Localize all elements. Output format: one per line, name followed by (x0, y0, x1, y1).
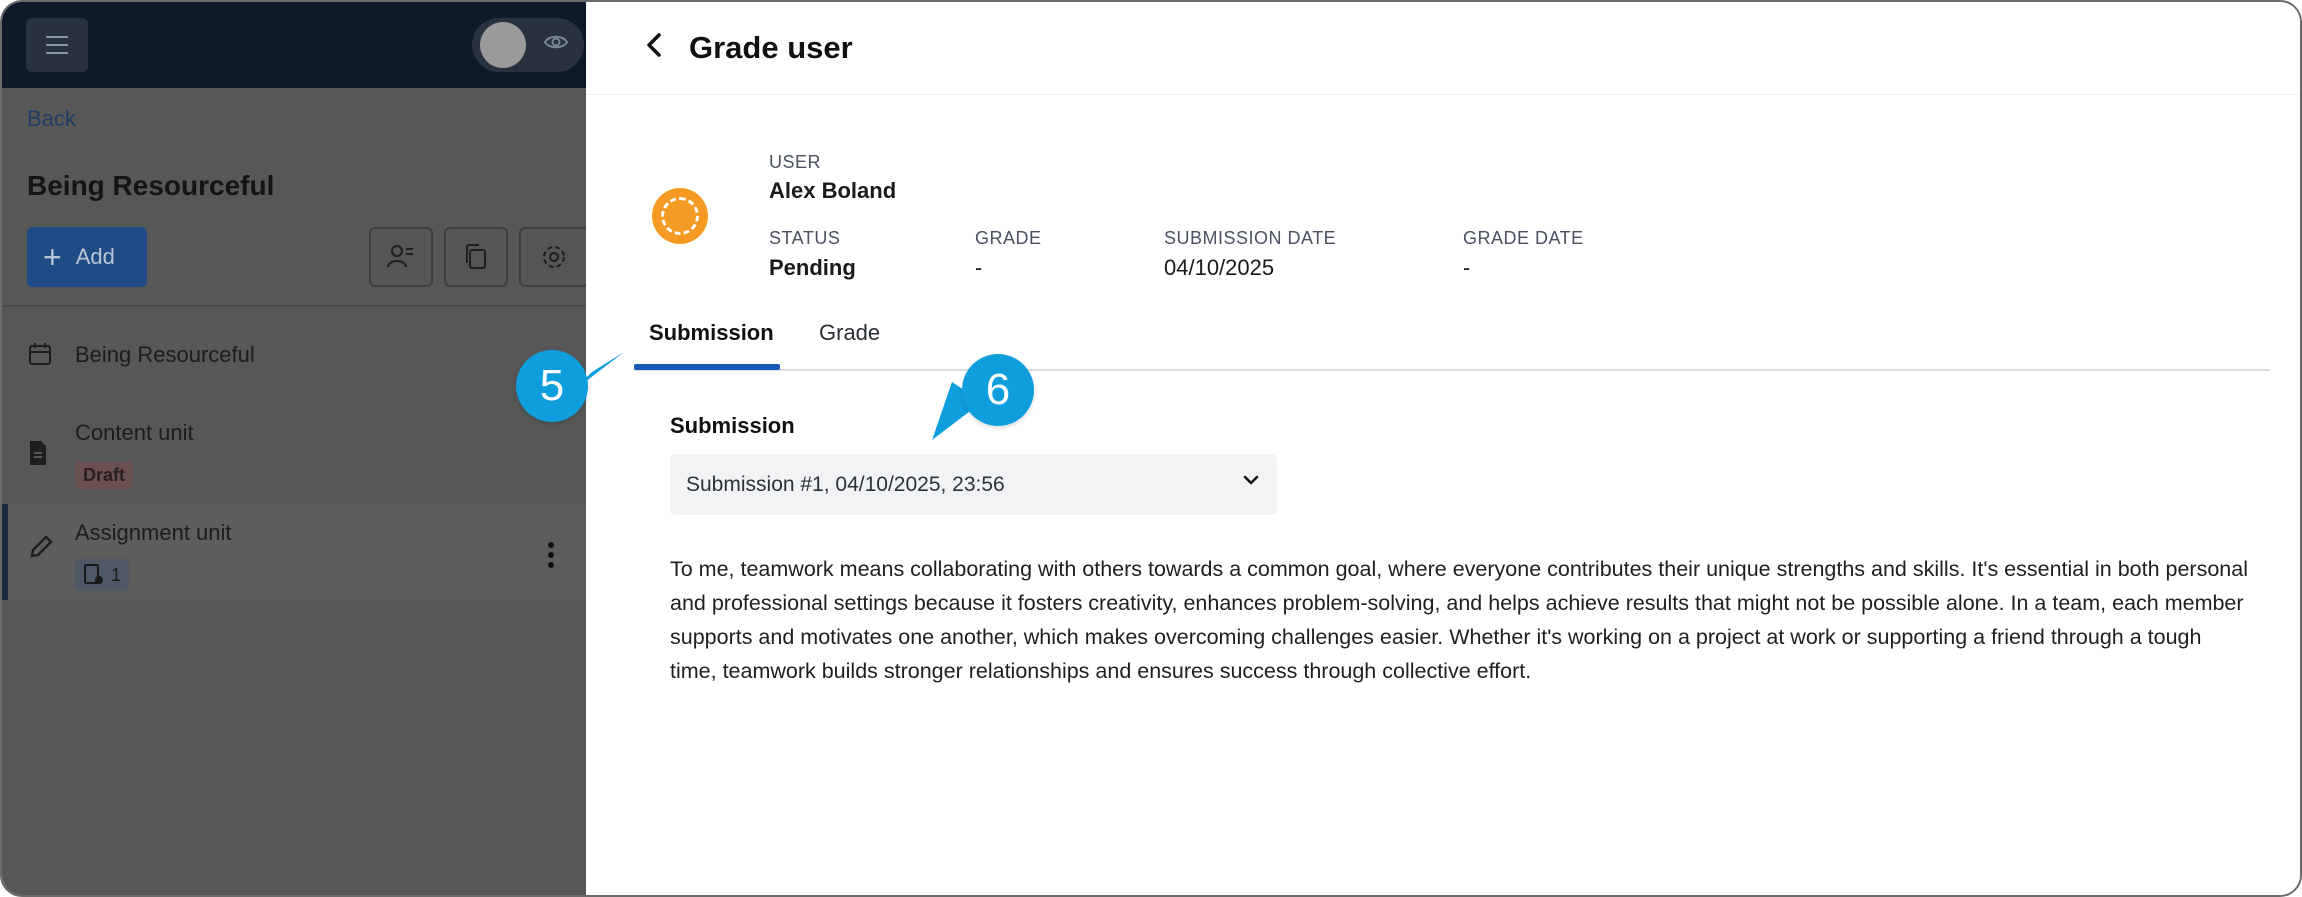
app-window: Back Being Resourceful + Add Being Resou… (0, 0, 2302, 897)
more-options-icon[interactable] (548, 542, 556, 572)
back-arrow-icon[interactable] (644, 30, 664, 67)
grade-value: - (975, 255, 983, 280)
grade-date-label: GRADE DATE (1463, 228, 1584, 248)
grade-user-panel: Grade user USER Alex Boland STATUS Pendi… (586, 2, 2300, 895)
user-name: Alex Boland (769, 178, 897, 203)
preview-toggle[interactable] (472, 18, 584, 72)
eye-icon (543, 33, 569, 57)
top-bar (2, 2, 586, 88)
tree-item-label: Assignment unit (75, 520, 232, 545)
back-link[interactable]: Back (27, 106, 76, 132)
status-value: Pending (769, 255, 856, 280)
sidebar-overlay: Back Being Resourceful + Add Being Resou… (2, 2, 589, 895)
submission-select-value: Submission #1, 04/10/2025, 23:56 (686, 472, 1005, 496)
submissions-icon (84, 564, 103, 584)
pencil-icon (28, 534, 54, 567)
draft-badge: Draft (75, 462, 134, 489)
left-divider (2, 305, 586, 307)
copy-icon (466, 244, 486, 269)
submission-date-label: SUBMISSION DATE (1164, 228, 1337, 248)
course-title: Being Resourceful (27, 170, 275, 201)
active-tab-indicator (634, 364, 780, 370)
callout-6: 6 (962, 354, 1034, 426)
submission-text: To me, teamwork means collaborating with… (670, 557, 2248, 683)
submissions-count-badge: 1 (75, 559, 130, 591)
menu-button[interactable] (26, 18, 88, 72)
submission-select[interactable]: Submission #1, 04/10/2025, 23:56 (670, 454, 1277, 515)
calendar-icon (28, 342, 52, 373)
tree-item-label: Content unit (75, 420, 194, 445)
add-button[interactable]: + Add (27, 227, 147, 287)
callout-5: 5 (516, 350, 588, 422)
section-title: Submission (670, 413, 795, 438)
tab-grade[interactable]: Grade (819, 320, 880, 346)
document-icon (28, 440, 48, 473)
copy-button[interactable] (444, 227, 508, 287)
grade-label: GRADE (975, 228, 1042, 248)
plus-icon: + (43, 239, 62, 275)
submissions-count: 1 (111, 564, 122, 585)
toggle-knob (480, 22, 526, 68)
users-button[interactable] (369, 227, 433, 287)
status-label: STATUS (769, 228, 841, 248)
chevron-down-icon (1243, 475, 1259, 485)
tabs-divider (634, 369, 2270, 371)
submission-date-value: 04/10/2025 (1164, 255, 1275, 280)
gear-icon (543, 246, 565, 268)
avatar (652, 188, 708, 244)
users-icon (387, 245, 413, 268)
tree-item-label: Being Resourceful (75, 342, 255, 367)
settings-button[interactable] (519, 227, 589, 287)
panel-header: Grade user (586, 2, 2300, 95)
page-title: Grade user (689, 30, 853, 65)
user-label: USER (769, 152, 822, 172)
tab-submission[interactable]: Submission (649, 320, 774, 346)
add-button-label: Add (75, 244, 115, 269)
grade-date-value: - (1463, 255, 1471, 280)
